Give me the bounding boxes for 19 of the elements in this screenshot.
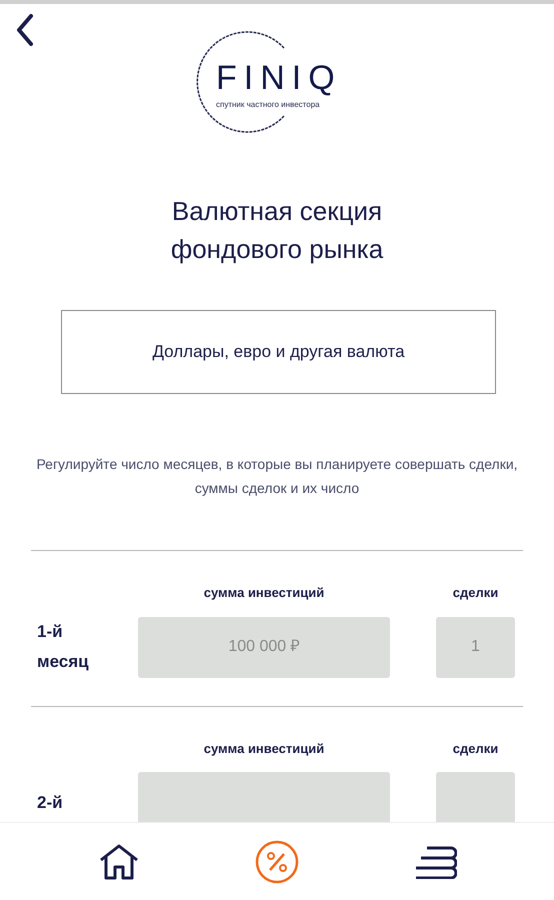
logo-tagline: спутник частного инвестора <box>216 100 320 110</box>
description-text: Регулируйте число месяцев, в которые вы планируете совершать сделки, суммы сделок и их число <box>35 455 519 498</box>
logo-text: FINIQ <box>216 60 342 96</box>
month-label: 2-й <box>37 792 64 814</box>
deals-field[interactable] <box>436 772 515 822</box>
currency-section-button[interactable]: Доллары, евро и другая валюта <box>61 310 496 394</box>
back-icon <box>16 13 34 47</box>
amount-field[interactable]: 100 000 ₽ <box>138 616 390 678</box>
deals-field[interactable]: 1 <box>436 616 515 678</box>
amount-header: сумма инвестиций <box>204 584 324 602</box>
amount-header: сумма инвестиций <box>204 740 324 758</box>
books-icon <box>413 844 457 878</box>
amount-field[interactable] <box>138 772 390 822</box>
home-icon <box>98 842 140 880</box>
deals-header: сделки <box>452 740 498 758</box>
page-title: Валютная секция фондового рынка <box>170 195 384 266</box>
deals-header: сделки <box>452 584 498 602</box>
percent-icon <box>255 840 299 884</box>
month-label: 1-й месяц <box>37 621 90 673</box>
